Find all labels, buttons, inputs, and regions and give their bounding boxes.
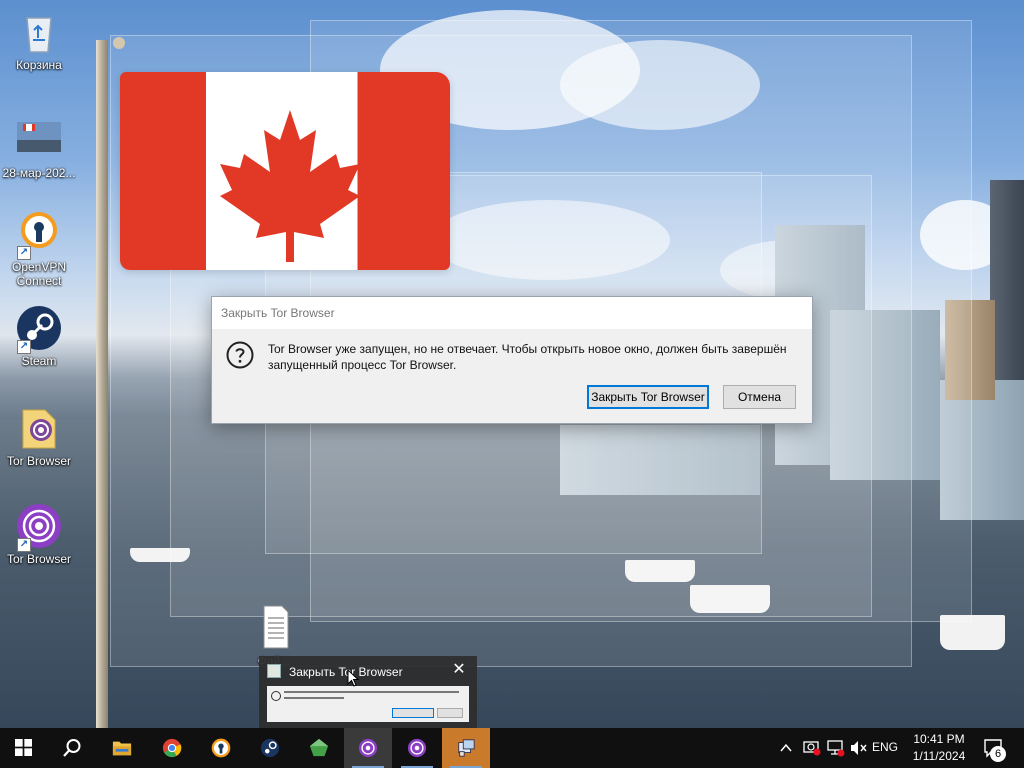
clock[interactable]: 10:41 PM 1/11/2024 xyxy=(904,731,974,765)
desktop-icon-openvpn[interactable]: ↗ OpenVPN Connect xyxy=(1,210,77,288)
close-tor-browser-dialog[interactable]: Закрыть Tor Browser Tor Browser уже запу… xyxy=(211,296,813,424)
volume-muted-icon[interactable] xyxy=(850,740,868,756)
tor-browser-icon xyxy=(407,738,427,758)
chevron-up-icon[interactable] xyxy=(779,741,793,755)
flag-pole xyxy=(96,40,108,728)
openvpn-icon: ↗ xyxy=(15,210,63,260)
steam-icon xyxy=(260,738,280,758)
openvpn-icon xyxy=(211,738,231,758)
preview-thumbnail[interactable] xyxy=(267,686,469,722)
taskbar-dialog-app[interactable] xyxy=(442,728,490,768)
dialog-window-icon xyxy=(458,739,475,757)
taskbar-steam[interactable] xyxy=(246,728,294,768)
chrome-icon xyxy=(162,738,182,758)
search-icon xyxy=(63,739,81,757)
steam-icon: ↗ xyxy=(15,304,63,354)
close-icon[interactable]: ✕ xyxy=(451,662,467,678)
thumbnail-primary-button xyxy=(392,708,434,718)
desktop-icon-label: 28-мар-202... xyxy=(2,166,76,180)
question-icon xyxy=(226,341,254,369)
cancel-button[interactable]: Отмена xyxy=(723,385,796,409)
shortcut-arrow-icon: ↗ xyxy=(17,340,31,354)
clock-date: 1/11/2024 xyxy=(912,749,966,763)
desktop-icon-label: Steam xyxy=(21,354,57,368)
desktop-icon-photo[interactable]: 28-мар-202... xyxy=(1,116,77,180)
desktop-icon-label: Tor Browser xyxy=(6,454,71,468)
network-icon[interactable] xyxy=(827,739,845,757)
taskbar-green-app[interactable] xyxy=(295,728,343,768)
desktop-icon-recycle-bin[interactable]: Корзина xyxy=(1,8,77,72)
clock-time: 10:41 PM xyxy=(913,732,965,746)
close-tor-browser-button[interactable]: Закрыть Tor Browser xyxy=(587,385,709,409)
dialog-title: Закрыть Tor Browser xyxy=(212,297,812,329)
recycle-bin-icon xyxy=(15,8,63,56)
windows-logo-icon xyxy=(15,739,32,756)
dialog-window-icon xyxy=(267,664,281,678)
question-icon xyxy=(271,691,281,701)
taskbar-tor-browser-2[interactable] xyxy=(393,728,441,768)
shortcut-arrow-icon: ↗ xyxy=(17,246,31,260)
taskbar-tor-browser-1[interactable] xyxy=(344,728,392,768)
security-alert-icon[interactable] xyxy=(803,740,821,756)
text-file-icon xyxy=(250,604,298,652)
dialog-message: Tor Browser уже запущен, но не отвечает.… xyxy=(268,342,787,372)
tor-folder-icon xyxy=(15,404,63,452)
mouse-cursor-icon xyxy=(347,669,359,687)
desktop-icon-label: OpenVPN Connect xyxy=(11,260,67,288)
tor-browser-icon: ↗ xyxy=(15,502,63,552)
desktop-icon-label: Корзина xyxy=(16,58,62,72)
taskbar-file-explorer[interactable] xyxy=(98,728,146,768)
language-indicator[interactable]: ENG xyxy=(872,740,898,754)
tor-browser-icon xyxy=(358,738,378,758)
folder-icon xyxy=(112,741,132,756)
thumbnail-cancel-button xyxy=(437,708,463,718)
taskbar: ENG 10:41 PM 1/11/2024 6 xyxy=(0,728,1024,768)
notification-count-badge: 6 xyxy=(990,746,1006,762)
taskbar-openvpn[interactable] xyxy=(197,728,245,768)
search-button[interactable] xyxy=(48,728,96,768)
desktop-icon-steam[interactable]: ↗ Steam xyxy=(1,304,77,368)
desktop-icon-tor-browser[interactable]: ↗ Tor Browser xyxy=(1,502,77,566)
taskbar-chrome[interactable] xyxy=(148,728,196,768)
desktop-icon-label: Tor Browser xyxy=(6,552,71,566)
taskbar-window-preview[interactable]: Закрыть Tor Browser ✕ xyxy=(259,656,477,728)
start-button[interactable] xyxy=(0,728,48,768)
photo-thumbnail-icon xyxy=(15,116,63,164)
green-gem-icon xyxy=(309,738,329,757)
desktop-icon-tor-folder[interactable]: Tor Browser xyxy=(1,404,77,468)
preview-title: Закрыть Tor Browser xyxy=(289,665,403,679)
shortcut-arrow-icon: ↗ xyxy=(17,538,31,552)
canada-flag xyxy=(120,72,450,270)
